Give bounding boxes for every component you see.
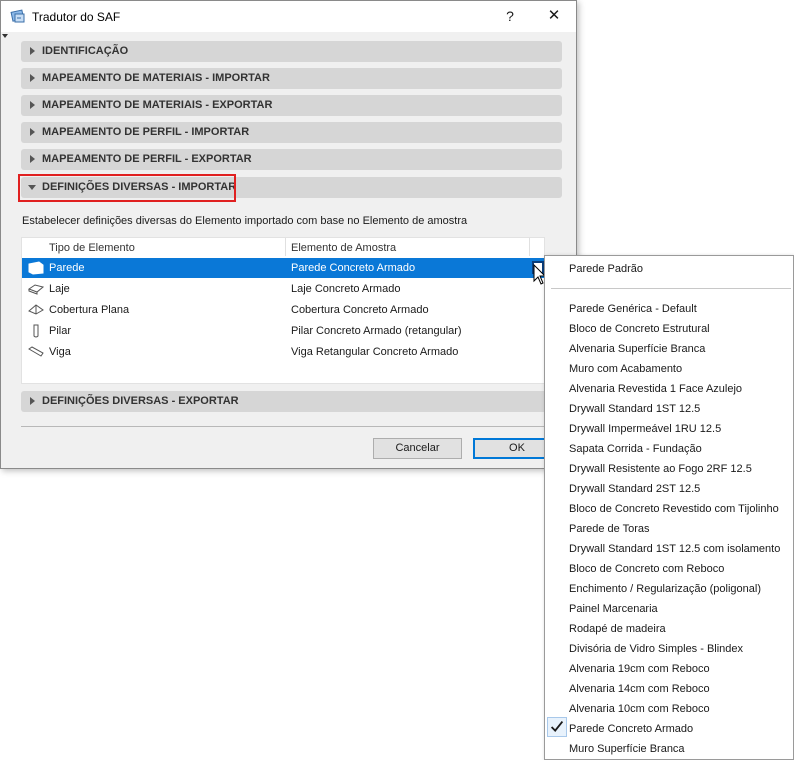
section-material-mapping-export[interactable]: MAPEAMENTO DE MATERIAIS - EXPORTAR [21,95,562,116]
highlight-annotation [18,174,236,202]
wall-icon [28,261,44,275]
slab-icon [28,284,44,295]
menu-item[interactable]: Bloco de Concreto Revestido com Tijolinh… [569,503,779,515]
menu-item[interactable]: Bloco de Concreto Estrutural [569,323,710,335]
menu-item[interactable]: Divisória de Vidro Simples - Blindex [569,643,743,655]
menu-item[interactable]: Rodapé de madeira [569,623,666,635]
menu-divider [551,288,791,289]
menu-item[interactable]: Enchimento / Regularização (poligonal) [569,583,761,595]
section-misc-export[interactable]: DEFINIÇÕES DIVERSAS - EXPORTAR [21,391,562,412]
roof-icon [28,304,44,315]
menu-item[interactable]: Drywall Standard 1ST 12.5 com isolamento [569,543,780,555]
sample-element-label: Cobertura Concreto Armado [291,304,429,316]
section-profile-mapping-export[interactable]: MAPEAMENTO DE PERFIL - EXPORTAR [21,149,562,170]
menu-item[interactable]: Parede Genérica - Default [569,303,697,315]
section-description: Estabelecer definições diversas do Eleme… [22,215,468,227]
menu-item-default-wall[interactable]: Parede Padrão [569,263,643,275]
section-material-mapping-import[interactable]: MAPEAMENTO DE MATERIAIS - IMPORTAR [21,68,562,89]
menu-item[interactable]: Alvenaria 10cm com Reboco [569,703,710,715]
menu-item[interactable]: Alvenaria 14cm com Reboco [569,683,710,695]
element-settings-table: Tipo de Elemento Elemento de Amostra Par… [21,237,545,384]
expand-arrow-icon [30,47,35,55]
menu-item[interactable]: Drywall Standard 1ST 12.5 [569,403,700,415]
element-type-label: Cobertura Plana [49,304,130,316]
section-label: MAPEAMENTO DE MATERIAIS - EXPORTAR [42,99,273,111]
table-row-laje[interactable]: Laje Laje Concreto Armado [22,279,544,299]
sample-element-label: Laje Concreto Armado [291,283,401,295]
window-title: Tradutor do SAF [32,10,121,24]
menu-item[interactable]: Alvenaria 19cm com Reboco [569,663,710,675]
menu-item[interactable]: Alvenaria Superfície Branca [569,343,705,355]
sample-element-label: Pilar Concreto Armado (retangular) [291,325,462,337]
section-label: MAPEAMENTO DE PERFIL - EXPORTAR [42,153,252,165]
corner-arrow-icon [2,34,8,38]
menu-item[interactable]: Bloco de Concreto com Reboco [569,563,724,575]
expand-arrow-icon [30,101,35,109]
menu-item[interactable]: Muro com Acabamento [569,363,682,375]
sample-element-label: Parede Concreto Armado [291,262,416,274]
app-icon [10,9,25,23]
table-row-parede[interactable]: Parede Parede Concreto Armado [22,258,544,278]
element-type-label: Pilar [49,325,72,337]
table-row-cobertura-plana[interactable]: Cobertura Plana Cobertura Concreto Armad… [22,300,544,320]
menu-item[interactable]: Parede de Toras [569,523,650,535]
element-type-label: Viga [49,346,71,358]
section-label: IDENTIFICAÇÃO [42,45,129,57]
title-bar: Tradutor do SAF ? ✕ [1,1,576,32]
table-row-pilar[interactable]: Pilar Pilar Concreto Armado (retangular) [22,321,544,341]
section-label: MAPEAMENTO DE MATERIAIS - IMPORTAR [42,72,270,84]
menu-item[interactable]: Painel Marcenaria [569,603,658,615]
close-button[interactable]: ✕ [539,4,569,28]
column-divider [529,238,530,256]
section-label: DEFINIÇÕES DIVERSAS - EXPORTAR [42,395,239,407]
section-label: MAPEAMENTO DE PERFIL - IMPORTAR [42,126,250,138]
menu-item[interactable]: Muro Superfície Branca [569,743,685,755]
column-header-element-type[interactable]: Tipo de Elemento [49,242,135,254]
column-header-sample-element[interactable]: Elemento de Amostra [291,242,396,254]
section-profile-mapping-import[interactable]: MAPEAMENTO DE PERFIL - IMPORTAR [21,122,562,143]
column-icon [33,324,39,338]
checkmark-icon [547,717,567,737]
element-type-label: Laje [49,283,70,295]
expand-arrow-icon [30,128,35,136]
sample-element-label: Viga Retangular Concreto Armado [291,346,459,358]
help-button[interactable]: ? [497,4,523,28]
saf-translator-dialog: Tradutor do SAF ? ✕ IDENTIFICAÇÃO MAPEAM… [0,0,577,469]
menu-item-checked[interactable]: Parede Concreto Armado [569,723,693,735]
menu-item[interactable]: Alvenaria Revestida 1 Face Azulejo [569,383,742,395]
cancel-button[interactable]: Cancelar [373,438,462,459]
expand-arrow-icon [30,155,35,163]
beam-icon [28,346,44,357]
menu-item[interactable]: Sapata Corrida - Fundação [569,443,702,455]
expand-arrow-icon [30,397,35,405]
element-type-label: Parede [49,262,85,274]
footer-separator [21,426,562,427]
sample-element-dropdown-menu: Parede Padrão Parede Genérica - Default … [544,255,794,760]
expand-arrow-icon [30,74,35,82]
column-divider [285,238,286,256]
menu-item[interactable]: Drywall Standard 2ST 12.5 [569,483,700,495]
section-identificacao[interactable]: IDENTIFICAÇÃO [21,41,562,62]
menu-item[interactable]: Drywall Resistente ao Fogo 2RF 12.5 [569,463,752,475]
menu-item[interactable]: Drywall Impermeável 1RU 12.5 [569,423,721,435]
table-row-viga[interactable]: Viga Viga Retangular Concreto Armado [22,342,544,362]
